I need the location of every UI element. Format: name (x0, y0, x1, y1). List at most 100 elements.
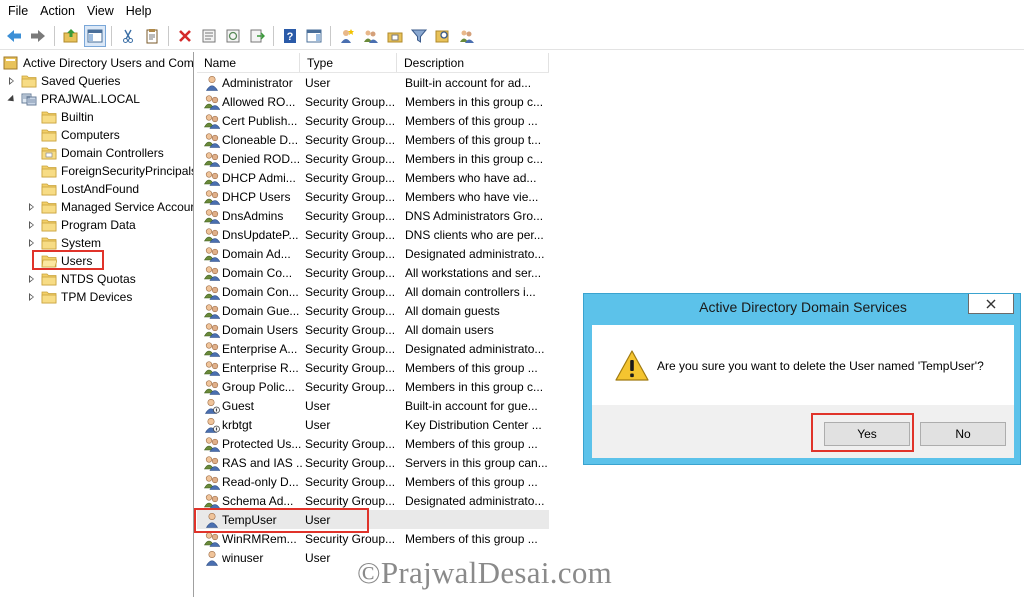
cell-type: Security Group... (305, 436, 396, 451)
filter-icon[interactable] (408, 25, 430, 47)
menu-file[interactable]: File (2, 0, 34, 22)
new-ou-icon[interactable] (384, 25, 406, 47)
list-row[interactable]: Administrator User Built-in account for ad… (197, 73, 549, 92)
new-user-icon[interactable] (336, 25, 358, 47)
cell-name: DHCP Admi... (204, 170, 303, 186)
back-arrow-icon[interactable] (3, 25, 25, 47)
expand-arrow-icon[interactable] (27, 216, 37, 234)
confirm-delete-dialog: Active Directory Domain Services Are you… (583, 293, 1021, 465)
group-icon (204, 132, 222, 148)
cell-name: Domain Con... (204, 284, 303, 300)
tree-item[interactable]: NTDS Quotas (27, 270, 136, 288)
cut-icon[interactable] (117, 25, 139, 47)
toolbar-separator (273, 25, 274, 46)
group-icon (204, 493, 222, 509)
list-row[interactable]: Domain Gue... Security Group... All domain… (197, 301, 549, 320)
tree-item[interactable]: Saved Queries (7, 72, 120, 90)
expand-arrow-icon[interactable] (27, 288, 37, 306)
list-row[interactable]: DHCP Admi... Security Group... Members who… (197, 168, 549, 187)
group-icon (204, 360, 222, 376)
list-row[interactable]: Domain Users Security Group... All domain … (197, 320, 549, 339)
tree-item[interactable]: Domain Controllers (27, 144, 164, 162)
cell-name: DnsUpdateP... (204, 227, 303, 243)
expand-arrow-icon[interactable] (27, 270, 37, 288)
group-icon (204, 341, 222, 357)
tree-item[interactable]: Managed Service Accour (27, 198, 193, 216)
menu-view[interactable]: View (81, 0, 120, 22)
folder-icon (41, 290, 57, 304)
expand-arrow-icon[interactable] (27, 198, 37, 216)
show-console-tree-icon[interactable] (84, 24, 106, 47)
cell-description: Members of this group ... (405, 531, 538, 546)
cell-name: Allowed RO... (204, 94, 303, 110)
group-icon (204, 170, 222, 186)
column-header-description[interactable]: Description (397, 53, 549, 73)
tree-item[interactable]: LostAndFound (27, 180, 139, 198)
action-pane-icon[interactable] (303, 25, 325, 47)
column-header-type[interactable]: Type (300, 53, 397, 73)
list-row[interactable]: DHCP Users Security Group... Members who h… (197, 187, 549, 206)
tree-item[interactable]: Builtin (27, 108, 94, 126)
find-icon[interactable] (432, 25, 454, 47)
new-group-icon[interactable] (360, 25, 382, 47)
yes-highlight-box (811, 413, 914, 452)
tree-item[interactable]: PRAJWAL.LOCAL (7, 90, 140, 108)
menu-help[interactable]: Help (120, 0, 158, 22)
list-row[interactable]: Read-only D... Security Group... Members o… (197, 472, 549, 491)
group-icon (204, 113, 222, 129)
cell-type: Security Group... (305, 113, 396, 128)
up-folder-icon[interactable] (60, 25, 82, 47)
list-row[interactable]: Allowed RO... Security Group... Members in… (197, 92, 549, 111)
cell-description: Members who have ad... (405, 170, 537, 185)
tree-item[interactable]: Computers (27, 126, 120, 144)
cell-name-text: Group Polic... (222, 379, 295, 394)
help-icon[interactable]: ? (279, 25, 301, 47)
add-to-group-icon[interactable] (456, 25, 478, 47)
tree-item[interactable]: Program Data (27, 216, 136, 234)
group-icon (204, 474, 222, 490)
tree-item-label: Program Data (61, 218, 136, 232)
cell-description: DNS clients who are per... (405, 227, 544, 242)
list-row[interactable]: DnsAdmins Security Group... DNS Administra… (197, 206, 549, 225)
group-icon (204, 322, 222, 338)
list-row[interactable]: Enterprise A... Security Group... Designat… (197, 339, 549, 358)
cell-type: Security Group... (305, 265, 396, 280)
folder-icon (41, 236, 57, 250)
dialog-close-button[interactable] (968, 294, 1014, 314)
cell-name-text: WinRMRem... (222, 531, 297, 546)
list-row[interactable]: DnsUpdateP... Security Group... DNS client… (197, 225, 549, 244)
column-header-name[interactable]: Name (197, 53, 300, 73)
cell-type: Security Group... (305, 303, 396, 318)
tree-item-label: ForeignSecurityPrincipals (61, 164, 194, 178)
list-row[interactable]: Domain Con... Security Group... All domain… (197, 282, 549, 301)
cell-name-text: Domain Ad... (222, 246, 291, 261)
cell-name-text: Domain Co... (222, 265, 293, 280)
tree-root[interactable]: Active Directory Users and Com (3, 54, 193, 72)
list-row[interactable]: krbtgt User Key Distribution Center ... (197, 415, 549, 434)
list-row[interactable]: Denied ROD... Security Group... Members in… (197, 149, 549, 168)
list-row[interactable]: Protected Us... Security Group... Members … (197, 434, 549, 453)
list-row[interactable]: Cloneable D... Security Group... Members o… (197, 130, 549, 149)
expand-arrow-icon[interactable] (7, 72, 17, 90)
collapse-arrow-icon[interactable] (7, 90, 17, 108)
cell-description: Members in this group c... (405, 94, 544, 109)
delete-icon[interactable] (174, 25, 196, 47)
forward-arrow-icon[interactable] (27, 25, 49, 47)
tree-item[interactable]: ForeignSecurityPrincipals (27, 162, 194, 180)
tree-item[interactable]: TPM Devices (27, 288, 132, 306)
no-button[interactable]: No (920, 422, 1006, 446)
refresh-icon[interactable] (222, 25, 244, 47)
list-row[interactable]: Domain Co... Security Group... All worksta… (197, 263, 549, 282)
list-row[interactable]: RAS and IAS ... Security Group... Servers … (197, 453, 549, 472)
copy-icon[interactable] (141, 25, 163, 47)
list-row[interactable]: Cert Publish... Security Group... Members … (197, 111, 549, 130)
list-row[interactable]: Group Polic... Security Group... Members i… (197, 377, 549, 396)
export-list-icon[interactable] (246, 25, 268, 47)
cell-type: Security Group... (305, 531, 396, 546)
properties-icon[interactable] (198, 25, 220, 47)
list-row[interactable]: Domain Ad... Security Group... Designated … (197, 244, 549, 263)
list-row[interactable]: Enterprise R... Security Group... Members … (197, 358, 549, 377)
menu-action[interactable]: Action (34, 0, 81, 22)
tree-item-label: PRAJWAL.LOCAL (41, 92, 140, 106)
list-row[interactable]: Guest User Built-in account for gue... (197, 396, 549, 415)
